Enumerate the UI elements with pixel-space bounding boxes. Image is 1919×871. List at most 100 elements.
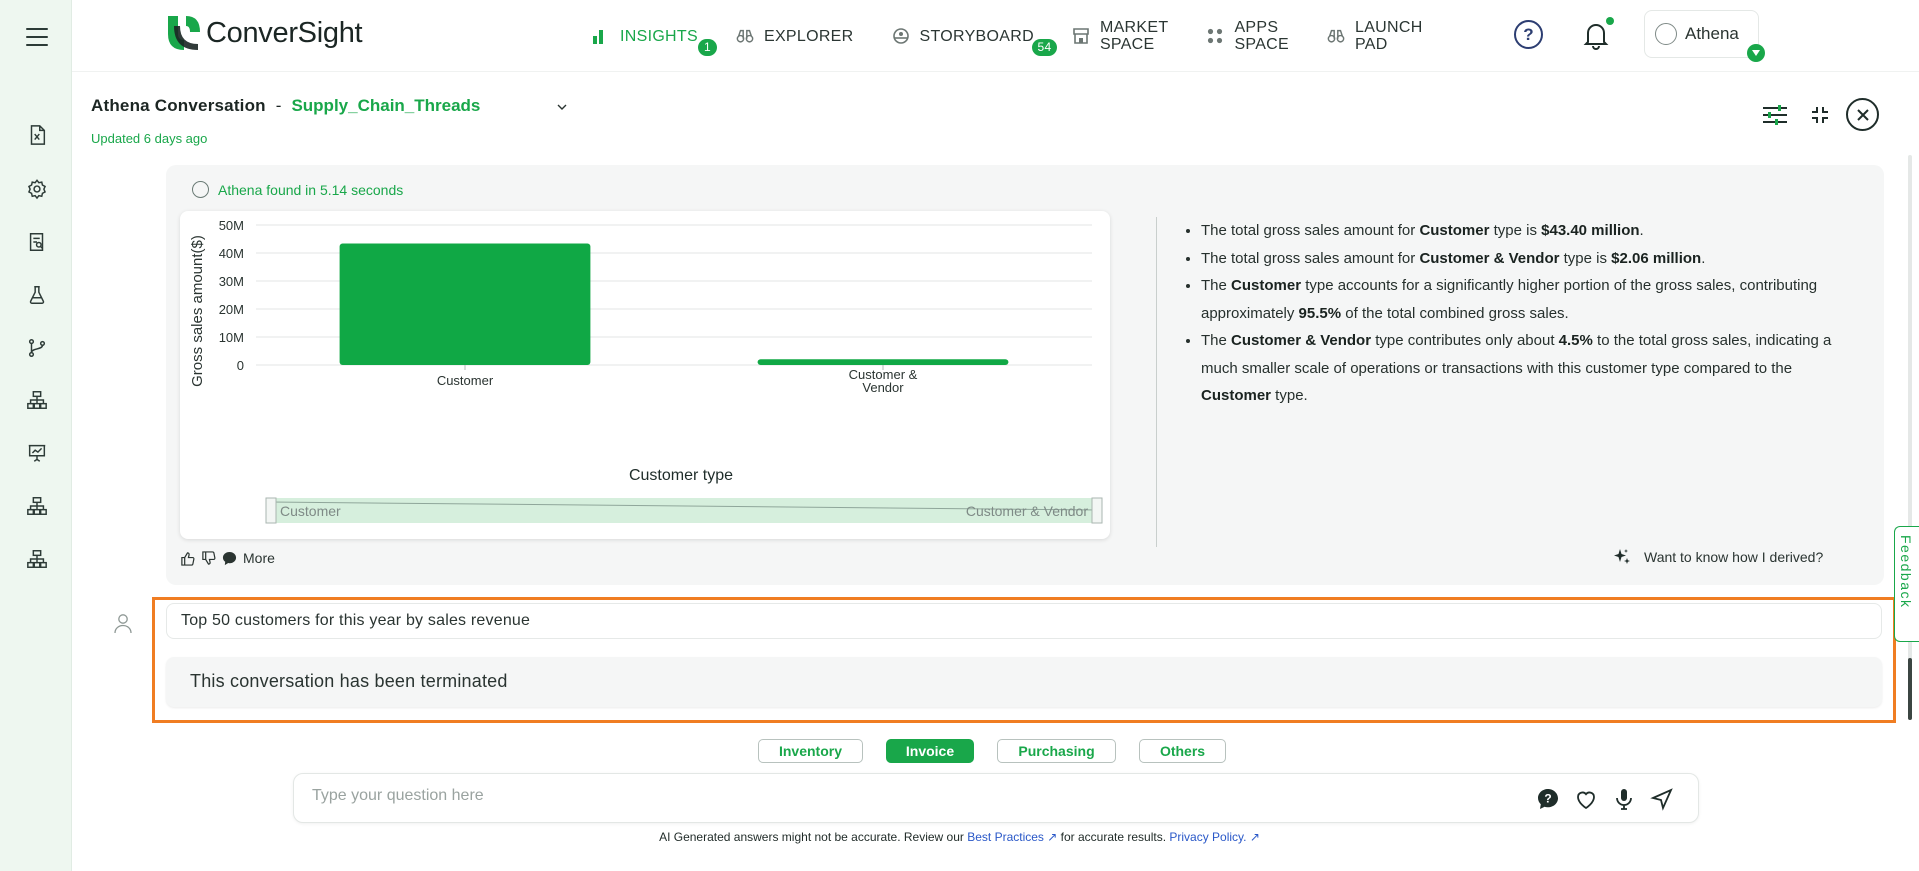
conversight-logo[interactable]: ConverSight [162,14,363,52]
report-search-icon[interactable] [24,229,50,255]
zoom-slider-left-handle[interactable] [265,497,277,524]
excel-file-icon[interactable] [24,122,50,148]
nav-storyboard[interactable]: STORYBOARD 54 [892,27,1058,56]
derive-link[interactable]: Want to know how I derived? [1612,547,1823,567]
disclaimer-before: AI Generated answers might not be accura… [659,830,968,844]
insight-emphasis: Customer [1419,222,1490,239]
logo-mark-icon [162,14,202,52]
conversation-title: Athena Conversation [91,96,266,115]
workflow-tree-icon[interactable] [24,546,50,572]
external-link-icon-2: ↗ [1246,830,1260,844]
chevron-down-icon[interactable] [557,102,567,112]
user-menu[interactable]: Athena [1644,10,1759,58]
found-status: Athena found in 5.14 seconds [192,181,403,198]
send-icon[interactable] [1650,787,1674,811]
insight-item: The total gross sales amount for Custome… [1201,217,1863,245]
insight-emphasis: Customer & Vendor [1419,249,1560,267]
microphone-icon[interactable] [1612,787,1636,811]
bar-customer-vendor[interactable] [757,359,1009,365]
chip-others[interactable]: Others [1139,739,1226,763]
favorite-heart-icon[interactable] [1574,787,1598,811]
insights-badge: 1 [698,39,717,56]
lab-flask-icon[interactable] [24,282,50,308]
insight-emphasis: 95.5% [1298,304,1342,322]
insight-text: type is [1559,249,1612,267]
collapse-arrows-icon[interactable] [1805,100,1835,130]
presentation-chart-icon[interactable] [24,440,50,466]
insight-item: The Customer & Vendor type contributes o… [1201,327,1863,410]
nav-insights[interactable]: INSIGHTS 1 [592,27,717,56]
help-bubble-icon[interactable]: ? [1536,787,1560,811]
bar-chart-icon [593,30,603,44]
notification-bell-icon[interactable] [1582,20,1610,50]
notification-dot [1606,17,1614,25]
conversation-separator: - [275,96,282,115]
storyboard-badge: 54 [1031,39,1058,56]
nav-explorer[interactable]: EXPLORER [736,27,854,45]
external-link-icon: ↗ [1043,830,1058,844]
y-tick-label: 10M [219,330,244,345]
close-icon[interactable] [1846,98,1879,131]
insight-text: type contributes only about [1371,332,1559,349]
nav-apps-line1: APPS [1234,19,1279,36]
binoculars-icon [736,29,754,43]
best-practices-link[interactable]: Best Practices [967,830,1044,844]
nav-market-space-label: MARKET SPACE [1100,19,1168,53]
help-icon[interactable]: ? [1514,20,1543,49]
more-link[interactable]: More [243,550,275,566]
bar-chart: 0 10M 20M 30M 40M 50M Customer Customer & Vendo… [189,218,1103,524]
nav-market-space[interactable]: MARKET SPACE [1072,19,1168,53]
y-tick-label: 20M [219,302,244,317]
x-axis-label: Customer type [629,467,733,484]
top-bar: ConverSight INSIGHTS 1 EXPLORER STORYBOA… [72,0,1919,72]
feedback-tab-label: Feedback [1898,535,1914,609]
chip-invoice[interactable]: Invoice [886,739,974,763]
athena-status-icon [192,181,209,198]
nav-apps-space[interactable]: APPS SPACE [1206,19,1289,53]
insight-emphasis: Customer & Vendor [1231,332,1372,349]
y-tick-label: 0 [237,358,244,373]
hierarchy-icon[interactable] [24,387,50,413]
feedback-tab[interactable]: Feedback [1894,526,1919,642]
insight-emphasis: 4.5% [1558,332,1593,349]
org-structure-icon[interactable] [24,493,50,519]
thumbs-up-icon[interactable] [180,551,195,566]
app-root: ConverSight INSIGHTS 1 EXPLORER STORYBOA… [0,0,1919,871]
insight-text: type is [1489,222,1542,239]
comment-bubble-icon[interactable] [222,551,237,566]
user-dropdown-icon[interactable] [1747,44,1765,62]
chip-inventory[interactable]: Inventory [758,739,863,763]
found-text: Athena found in 5.14 seconds [218,181,404,198]
x-tick-label: Customer [437,373,494,388]
answer-card: Athena found in 5.14 seconds 0 10M 20M 30M 4… [166,165,1884,585]
user-avatar-icon [1655,23,1677,45]
nav-launch-pad-label: LAUNCH PAD [1355,19,1423,53]
nav-launch-pad[interactable]: LAUNCH PAD [1327,19,1423,53]
conversation-dataset-name[interactable]: Supply_Chain_Threads [291,96,480,115]
slider-end-label: Customer & Vendor [966,503,1089,519]
thumbs-down-icon[interactable] [201,550,216,566]
insight-text: of the total combined gross sales. [1341,304,1569,322]
insight-emphasis: Customer [1201,387,1272,404]
bar-customer[interactable] [339,243,591,365]
main-nav: INSIGHTS 1 EXPLORER STORYBOARD 54 MARKET… [592,0,1461,72]
zoom-slider[interactable]: Customer Customer & Vendor [265,497,1103,524]
launch-binoculars-icon [1327,29,1345,43]
nav-insights-label: INSIGHTS [620,27,698,45]
hamburger-menu-icon[interactable] [26,28,48,46]
settings-gear-icon[interactable] [24,176,50,202]
question-input[interactable] [312,787,1512,805]
insight-text: The total gross sales amount for [1201,222,1420,239]
chart-container: 0 10M 20M 30M 40M 50M Customer Customer & Vendo… [180,211,1110,539]
sparkle-icon [1614,549,1630,564]
question-input-box: ? [293,773,1699,823]
zoom-slider-right-handle[interactable] [1091,497,1103,524]
chart-bars [339,243,1009,365]
chip-purchasing[interactable]: Purchasing [997,739,1116,763]
vertical-scrollbar-thumb[interactable] [1908,658,1912,720]
filter-sliders-icon[interactable] [1760,100,1790,130]
market-icon [1073,28,1089,44]
y-tick-label: 30M [219,274,244,289]
privacy-policy-link[interactable]: Privacy Policy. [1169,830,1246,844]
git-branch-icon[interactable] [24,335,50,361]
